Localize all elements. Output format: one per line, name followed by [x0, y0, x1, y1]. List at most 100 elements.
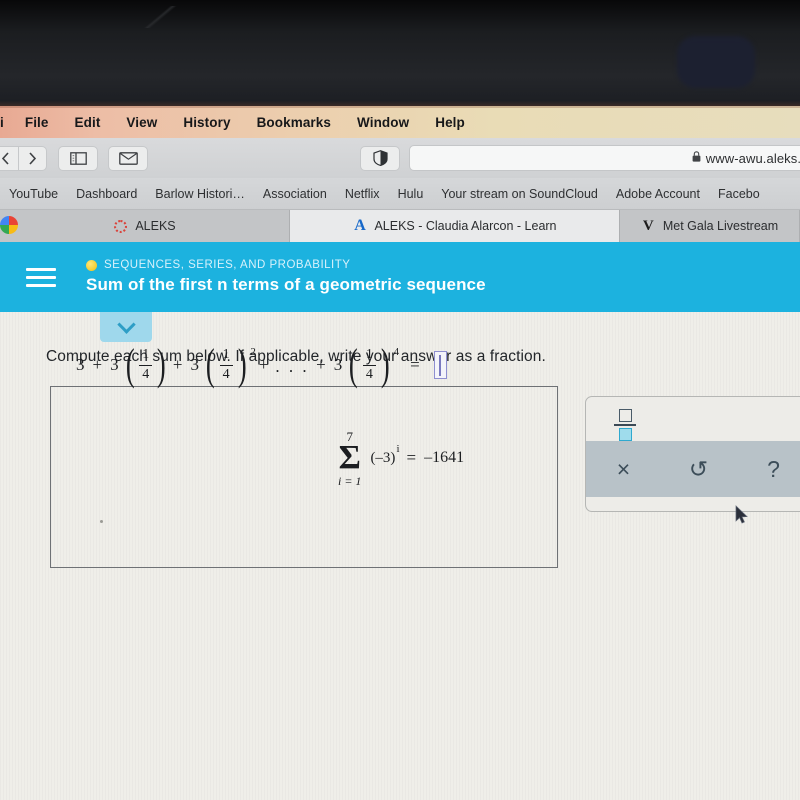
equation-geometric-sum: 3 + 3 ( 1 4 ) + 3 ( 1 4 ) 2 + . . . + 3 … — [72, 340, 447, 390]
header-category-row: SEQUENCES, SERIES, AND PROBABILITY — [86, 259, 486, 271]
fraction-bar — [139, 364, 153, 366]
envelope-icon — [118, 151, 138, 165]
undo-button[interactable]: ↺ — [661, 456, 736, 483]
vogue-v-icon: V — [642, 217, 654, 234]
cursor-arrow-icon — [735, 505, 748, 524]
numerator: 1 — [365, 347, 373, 362]
fraction-bar — [219, 364, 233, 366]
fraction-numerator-box-icon — [618, 409, 632, 422]
eq1-plus-3: + — [258, 355, 269, 375]
palette-action-toolbar: × ↺ ? — [586, 441, 800, 497]
bookmarks-bar: YouTube Dashboard Barlow Histori… Associ… — [0, 178, 800, 210]
tab-bar: ALEKS A ALEKS - Claudia Alarcon - Learn … — [0, 210, 800, 242]
numerator: 1 — [222, 347, 230, 362]
bookmark-soundcloud[interactable]: Your stream on SoundCloud — [432, 187, 607, 201]
answer-input[interactable] — [433, 351, 447, 380]
eq1-coef-3: 3 — [333, 355, 343, 375]
fraction-denominator-box-icon — [618, 428, 632, 441]
problem-content-area: Compute each sum below. If applicable, w… — [0, 312, 800, 800]
eq2-result: –1641 — [424, 449, 465, 467]
aleks-ring-icon — [113, 219, 128, 234]
eq1-coef-1: 3 — [110, 355, 119, 375]
topic-dot-icon — [86, 259, 97, 271]
header-text-block: SEQUENCES, SERIES, AND PROBABILITY Sum o… — [86, 259, 486, 295]
aleks-a-icon: A — [354, 217, 366, 234]
denominator: 4 — [222, 366, 230, 382]
collapse-header-button[interactable] — [100, 312, 152, 342]
menu-item-view[interactable]: View — [113, 115, 170, 130]
tab-aleks-learn[interactable]: A ALEKS - Claudia Alarcon - Learn — [290, 210, 620, 242]
eq1-term1: 3 — [76, 355, 85, 375]
eq1-plus-2: + — [172, 355, 183, 375]
menu-item-app[interactable]: i — [0, 115, 12, 130]
hamburger-menu-icon[interactable] — [26, 267, 56, 287]
bezel-dark-blob — [677, 36, 755, 88]
monitor-bezel — [0, 0, 800, 106]
menu-item-bookmarks[interactable]: Bookmarks — [244, 115, 344, 130]
eq1-fraction-2: 1 4 — [219, 347, 233, 383]
bookmark-youtube[interactable]: YouTube — [0, 187, 67, 201]
eq1-fraction-3: 1 4 — [362, 347, 376, 383]
reader-contrast-button[interactable] — [360, 145, 400, 171]
tab-met-gala[interactable]: V Met Gala Livestream — [620, 210, 800, 242]
denominator: 4 — [142, 366, 150, 382]
fraction-template-button[interactable] — [614, 409, 636, 441]
eq1-exponent-4: 4 — [393, 346, 400, 359]
eq1-exponent-2: 2 — [250, 346, 256, 359]
page-title: Sum of the first n terms of a geometric … — [86, 275, 486, 294]
bookmark-association[interactable]: Association — [254, 187, 336, 201]
math-tool-palette: × ↺ ? — [585, 396, 800, 512]
eq1-group-1: ( 1 4 ) — [125, 340, 166, 390]
summation-lower-limit: i = 1 — [338, 473, 362, 488]
mail-button[interactable] — [108, 145, 148, 171]
eq1-group-3: ( 1 4 ) 4 — [349, 340, 400, 390]
menu-item-history[interactable]: History — [170, 115, 243, 130]
bookmark-hulu[interactable]: Hulu — [389, 187, 433, 201]
url-text: www-awu.aleks.co — [705, 150, 800, 166]
eq2-equals: = — [406, 448, 417, 468]
menu-item-help[interactable]: Help — [422, 115, 478, 130]
forward-button[interactable] — [19, 145, 47, 171]
eq1-ellipsis: . . . — [275, 357, 310, 377]
chevron-down-icon — [116, 314, 136, 334]
browser-toolbar: www-awu.aleks.co — [0, 138, 800, 178]
bookmark-dashboard[interactable]: Dashboard — [67, 187, 146, 201]
summation-body: (–3) i = –1641 — [370, 443, 465, 468]
lock-icon — [692, 151, 701, 165]
tab-label: Met Gala Livestream — [662, 219, 779, 233]
eq1-group-2: ( 1 4 ) 2 — [205, 340, 256, 390]
chevron-right-icon — [29, 151, 37, 165]
clear-button[interactable]: × — [586, 456, 661, 483]
bezel-glare — [140, 6, 180, 28]
menu-item-file[interactable]: File — [12, 115, 62, 130]
screen-photo: i File Edit View History Bookmarks Windo… — [0, 0, 800, 800]
address-bar[interactable]: www-awu.aleks.co — [409, 145, 800, 171]
topic-category-label: SEQUENCES, SERIES, AND PROBABILITY — [104, 259, 351, 271]
tab-aleks[interactable]: ALEKS — [0, 210, 290, 242]
back-button[interactable] — [0, 145, 19, 171]
eq2-exponent: i — [396, 443, 400, 456]
bookmark-facebook[interactable]: Facebo — [709, 187, 769, 201]
tab-label: ALEKS - Claudia Alarcon - Learn — [374, 219, 557, 233]
eq1-fraction-1: 1 4 — [139, 347, 153, 383]
reader-contrast-icon — [372, 150, 388, 166]
bookmark-netflix[interactable]: Netflix — [336, 187, 389, 201]
eq1-equals: = — [410, 355, 420, 375]
menu-item-edit[interactable]: Edit — [62, 115, 114, 130]
eq1-plus-4: + — [316, 355, 326, 375]
help-button[interactable]: ? — [736, 456, 800, 483]
bookmark-barlow-history[interactable]: Barlow Histori… — [146, 187, 254, 201]
google-favicon-icon — [0, 216, 18, 234]
bookmark-adobe-account[interactable]: Adobe Account — [607, 187, 709, 201]
summation-operator: 7 Σ i = 1 — [338, 430, 361, 487]
equation-summation: 7 Σ i = 1 (–3) i = –1641 — [338, 430, 464, 487]
eq1-plus-1: + — [92, 355, 103, 375]
menu-bar: i File Edit View History Bookmarks Windo… — [0, 106, 800, 138]
screen-speck — [100, 520, 103, 523]
eq2-base: (–3) — [370, 449, 396, 466]
denominator: 4 — [365, 366, 373, 382]
sigma-icon: Σ — [338, 439, 361, 476]
sidebar-toggle-button[interactable] — [58, 145, 98, 171]
aleks-header: SEQUENCES, SERIES, AND PROBABILITY Sum o… — [0, 242, 800, 312]
menu-item-window[interactable]: Window — [344, 115, 422, 130]
